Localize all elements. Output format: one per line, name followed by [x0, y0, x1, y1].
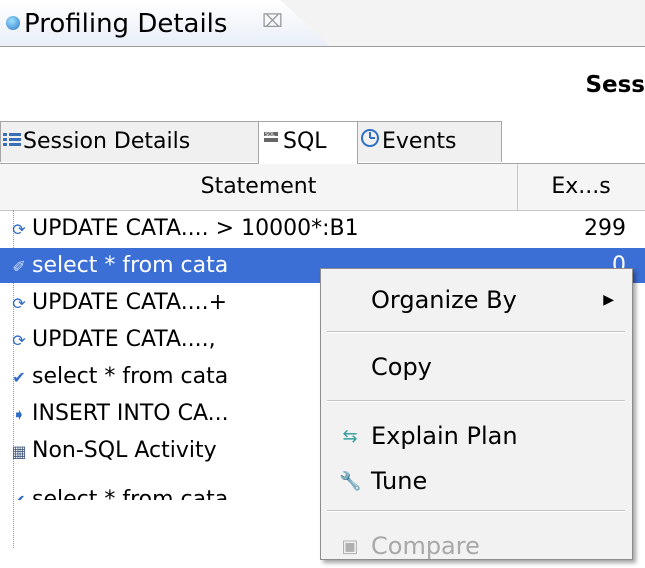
- menu-item-label: Explain Plan: [371, 422, 518, 450]
- menu-item-explain-plan[interactable]: ⇆ Explain Plan: [321, 414, 632, 458]
- view-title: Profiling Details: [24, 9, 228, 39]
- close-icon[interactable]: ⌧: [262, 11, 283, 32]
- update-icon: ⟳: [12, 294, 26, 313]
- tab-label: Session Details: [23, 129, 191, 154]
- profiling-details-tab[interactable]: Profiling Details ⌧: [0, 0, 330, 46]
- tab-events[interactable]: Events: [357, 121, 502, 162]
- statement-text: INSERT INTO CA...: [32, 401, 229, 426]
- menu-item-label: Tune: [371, 467, 428, 495]
- statement-text: UPDATE CATA....,: [32, 327, 216, 352]
- execution-count: 299: [584, 216, 626, 241]
- submenu-arrow-icon: ▶: [603, 292, 614, 308]
- select-icon: ✔: [10, 483, 28, 500]
- menu-item-organize-by[interactable]: Organize By ▶: [321, 278, 632, 322]
- statement-text: UPDATE CATA.... > 10000*:B1: [32, 216, 359, 241]
- events-icon: [360, 122, 380, 162]
- column-header-statement[interactable]: Statement: [0, 164, 518, 210]
- table-header: Statement Ex...s: [0, 164, 645, 211]
- update-icon: ⟳: [12, 220, 26, 239]
- statement-text: select * from cata: [32, 487, 229, 500]
- menu-item-tune[interactable]: 🔧 Tune: [321, 459, 632, 503]
- activity-icon: ▦: [11, 442, 27, 461]
- context-menu: Organize By ▶ Copy ⇆ Explain Plan 🔧 Tune…: [320, 268, 633, 560]
- select-icon: ✔: [12, 368, 26, 387]
- table-row[interactable]: ⟳ UPDATE CATA.... > 10000*:B1 299: [0, 211, 645, 246]
- session-header: Sess: [585, 72, 645, 98]
- profiling-icon: [6, 16, 20, 30]
- tune-icon: 🔧: [339, 471, 362, 492]
- menu-item-label: Organize By: [371, 286, 517, 314]
- select-icon: ✐: [12, 257, 26, 276]
- tab-sql[interactable]: SQL SQL: [258, 121, 358, 164]
- statement-text: select * from cata: [32, 364, 229, 389]
- statement-text: UPDATE CATA....+: [32, 290, 228, 315]
- tab-label: SQL: [283, 129, 327, 154]
- menu-item-copy[interactable]: Copy: [321, 345, 632, 389]
- svg-text:SQL: SQL: [265, 132, 275, 138]
- tab-label: Events: [382, 129, 457, 154]
- menu-separator: [327, 510, 625, 512]
- menu-separator: [327, 400, 625, 402]
- explain-plan-icon: ⇆: [342, 426, 358, 447]
- menu-separator: [327, 331, 625, 333]
- sql-icon: SQL: [261, 122, 281, 162]
- menu-item-label: Compare: [371, 532, 480, 560]
- compare-icon: ▣: [341, 536, 359, 557]
- update-icon: ⟳: [12, 331, 26, 350]
- statement-text: Non-SQL Activity: [32, 438, 217, 463]
- tab-session-details[interactable]: Session Details: [0, 121, 259, 162]
- view-tab-bar: Profiling Details ⌧: [0, 0, 645, 47]
- grid-icon: [3, 122, 21, 162]
- insert-icon: ➧: [12, 405, 26, 424]
- subtab-bar: Session Details SQL SQL Events: [0, 121, 645, 164]
- menu-item-compare[interactable]: ▣ Compare: [321, 524, 632, 568]
- statement-text: select * from cata: [32, 253, 229, 278]
- menu-item-label: Copy: [371, 353, 432, 381]
- column-header-executions[interactable]: Ex...s: [518, 164, 644, 210]
